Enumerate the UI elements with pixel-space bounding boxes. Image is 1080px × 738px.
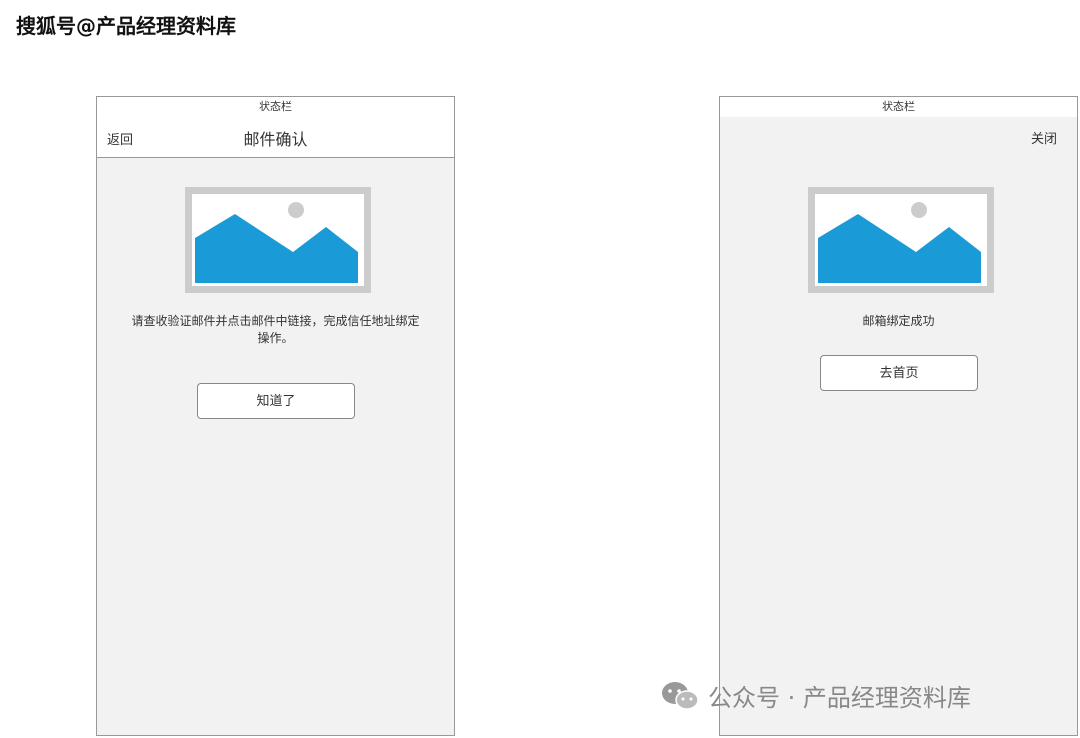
- instruction-message: 请查收验证邮件并点击邮件中链接，完成信任地址绑定操作。: [131, 314, 420, 345]
- image-placeholder-icon: [185, 187, 371, 293]
- nav-bar: 返回 邮件确认: [97, 117, 454, 158]
- got-it-button[interactable]: 知道了: [197, 383, 355, 419]
- go-home-button[interactable]: 去首页: [820, 355, 978, 391]
- page-title: 邮件确认: [243, 130, 308, 149]
- watermark-bottom: 公众号 · 产品经理资料库: [660, 678, 971, 713]
- wechat-icon: [662, 681, 699, 710]
- status-bar: 状态栏: [720, 97, 1077, 117]
- sun-shape: [288, 202, 304, 218]
- close-button[interactable]: 关闭: [1031, 128, 1057, 147]
- image-placeholder-icon: [808, 187, 994, 293]
- sun-shape: [911, 202, 927, 218]
- phone-screen-bind-success: 状态栏 关闭 邮箱绑定成功 去首页: [719, 96, 1078, 736]
- image-placeholder-graphic: [192, 194, 364, 286]
- phone-screen-email-confirm: 状态栏 返回 邮件确认 请查收验证邮件并点击邮件中链接，完成信任地址绑定操作。 …: [96, 96, 455, 736]
- image-placeholder-graphic: [815, 194, 987, 286]
- watermark-bottom-text: 公众号 · 产品经理资料库: [708, 684, 971, 712]
- mountain-shape: [818, 214, 981, 283]
- mountain-shape: [195, 214, 358, 283]
- status-bar: 状态栏: [97, 97, 454, 117]
- success-message: 邮箱绑定成功: [862, 314, 935, 328]
- watermark-top: 搜狐号@产品经理资料库: [16, 14, 236, 38]
